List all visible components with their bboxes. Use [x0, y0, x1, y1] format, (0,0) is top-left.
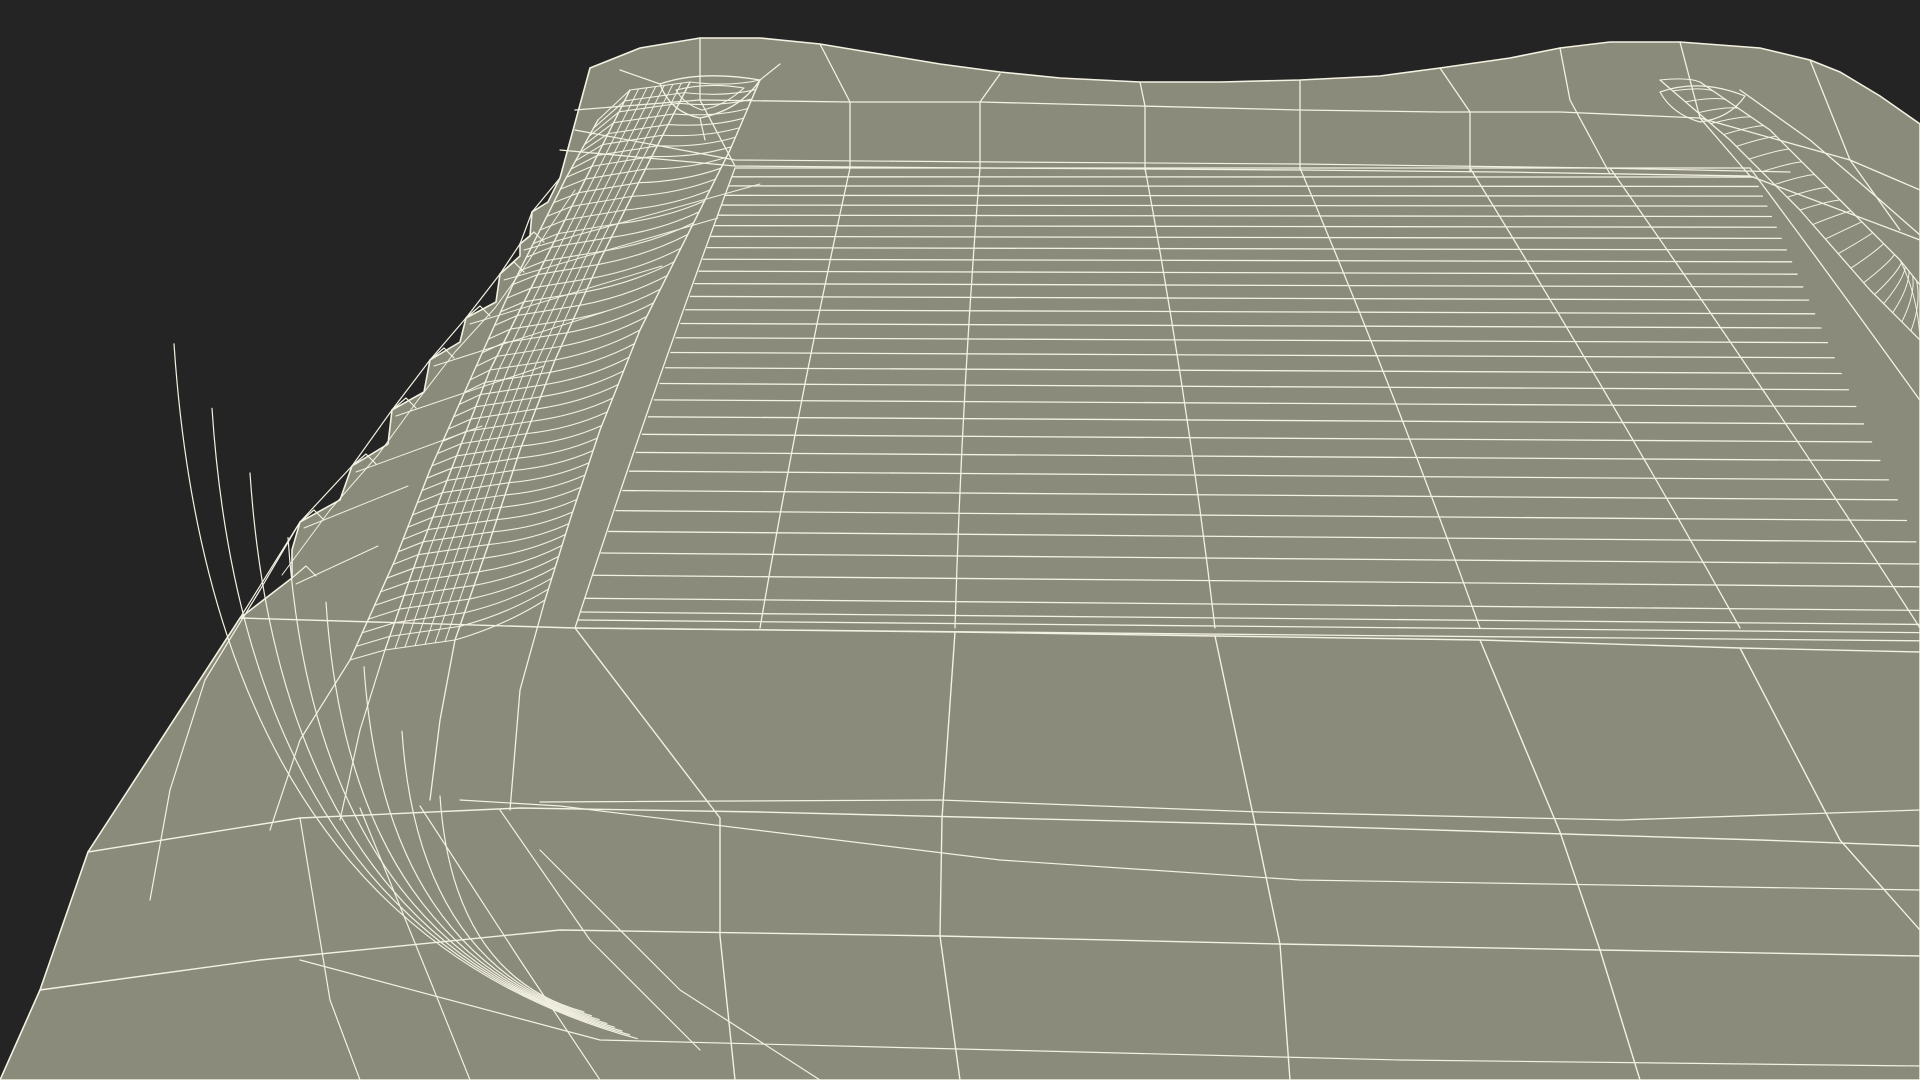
3d-viewport[interactable]: [0, 0, 1920, 1080]
wire-loop-horizontal: [728, 185, 1759, 188]
wireframe-render: [0, 0, 1920, 1080]
wire-loop-horizontal: [724, 194, 1764, 197]
